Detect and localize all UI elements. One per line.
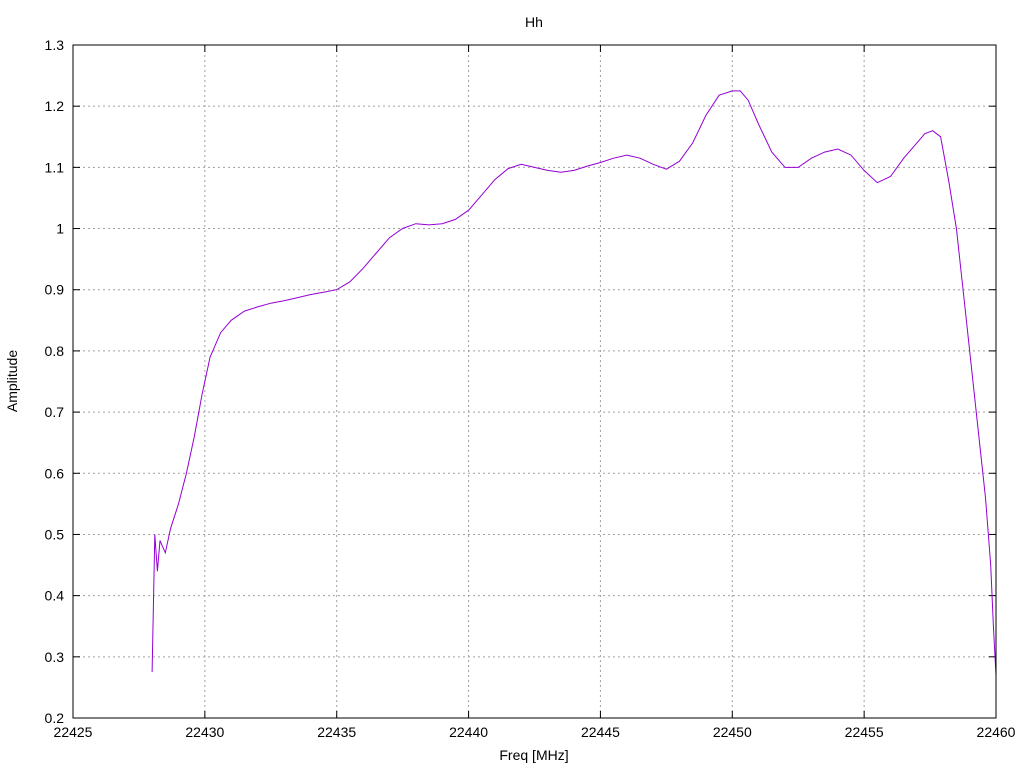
- y-tick-label: 1: [56, 221, 64, 237]
- y-tick-label: 1.1: [45, 159, 65, 175]
- y-tick-label: 0.4: [45, 588, 65, 604]
- x-tick-label: 22425: [54, 724, 93, 740]
- x-axis-title: Freq [MHz]: [499, 747, 568, 763]
- y-tick-label: 0.6: [45, 465, 65, 481]
- y-axis-title: Amplitude: [4, 350, 20, 412]
- tick-labels: 22425 22430 22435 22440 22445 22450 22455 22460…: [45, 37, 1016, 740]
- y-tick-label: 1.3: [45, 37, 65, 53]
- x-tick-label: 22445: [581, 724, 620, 740]
- y-tick-label: 0.8: [45, 343, 65, 359]
- y-tick-label: 0.5: [45, 526, 65, 542]
- x-tick-label: 22440: [449, 724, 488, 740]
- x-tick-label: 22435: [317, 724, 356, 740]
- x-tick-label: 22430: [185, 724, 224, 740]
- y-tick-label: 0.2: [45, 710, 65, 726]
- ticks-layer: [72, 44, 997, 719]
- x-tick-label: 22460: [977, 724, 1016, 740]
- y-tick-label: 0.9: [45, 282, 65, 298]
- series-line: [151, 90, 997, 676]
- x-tick-label: 22455: [845, 724, 884, 740]
- x-tick-label: 22450: [713, 724, 752, 740]
- y-tick-label: 1.2: [45, 98, 65, 114]
- y-tick-label: 0.3: [45, 649, 65, 665]
- plot-frame: [72, 44, 997, 719]
- chart: Hh 22425 22430 22435 22440 22445 22450 22455 22…: [4, 14, 1016, 763]
- y-tick-label: 0.7: [45, 404, 65, 420]
- chart-title: Hh: [525, 14, 543, 30]
- grid-layer: [73, 45, 996, 718]
